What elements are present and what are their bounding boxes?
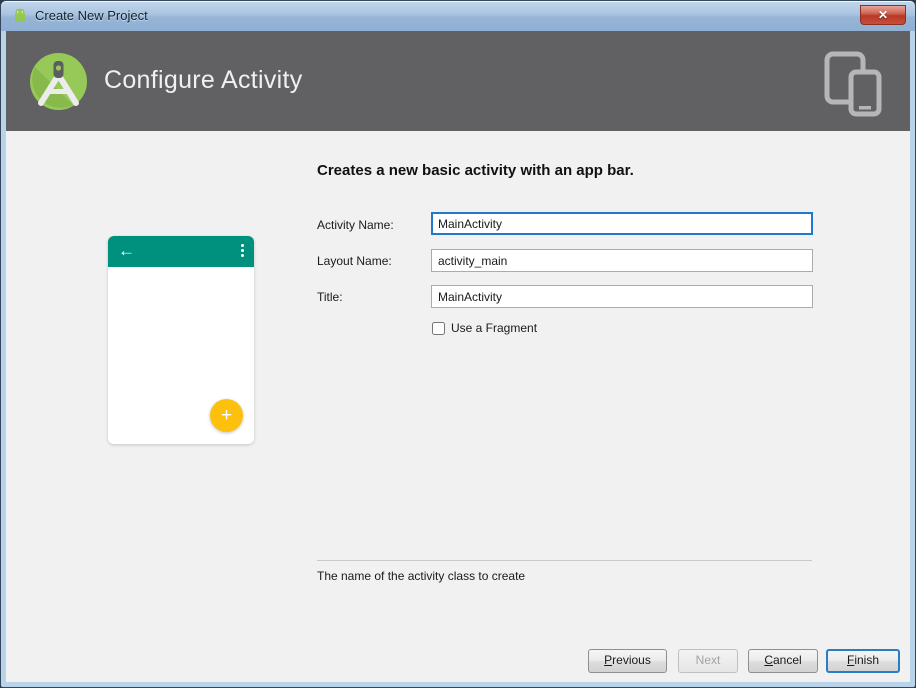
wizard-header: Configure Activity [6, 31, 910, 131]
finish-button[interactable]: Finish [826, 649, 900, 673]
previous-button[interactable]: Previous [588, 649, 667, 673]
android-studio-logo-icon [30, 53, 87, 110]
wizard-content: Creates a new basic activity with an app… [6, 131, 910, 682]
activity-name-label: Activity Name: [317, 218, 394, 232]
title-input[interactable] [431, 285, 813, 308]
activity-preview-thumbnail: ← + [108, 236, 254, 444]
window-title: Create New Project [35, 8, 148, 23]
layout-name-label: Layout Name: [317, 254, 392, 268]
overflow-menu-icon [241, 244, 244, 257]
android-app-icon [11, 8, 29, 24]
activity-name-input[interactable] [431, 212, 813, 235]
create-new-project-dialog: Create New Project ✕ Configure Activity … [0, 0, 916, 688]
title-bar[interactable]: Create New Project ✕ [1, 1, 915, 31]
use-fragment-checkbox[interactable] [432, 322, 445, 335]
use-fragment-row: Use a Fragment [432, 321, 537, 335]
template-description: Creates a new basic activity with an app… [317, 162, 634, 179]
back-arrow-icon: ← [118, 239, 135, 263]
fab-plus-icon: + [210, 399, 243, 432]
title-label: Title: [317, 290, 343, 304]
preview-appbar: ← [108, 236, 254, 267]
layout-name-input[interactable] [431, 249, 813, 272]
field-hint-text: The name of the activity class to create [317, 569, 525, 583]
cancel-button[interactable]: Cancel [748, 649, 818, 673]
use-fragment-label[interactable]: Use a Fragment [451, 321, 537, 335]
close-button[interactable]: ✕ [860, 5, 906, 25]
wizard-step-title: Configure Activity [104, 66, 303, 95]
hint-separator [317, 560, 812, 561]
phone-tablet-icon [824, 51, 886, 117]
next-button: Next [678, 649, 738, 673]
